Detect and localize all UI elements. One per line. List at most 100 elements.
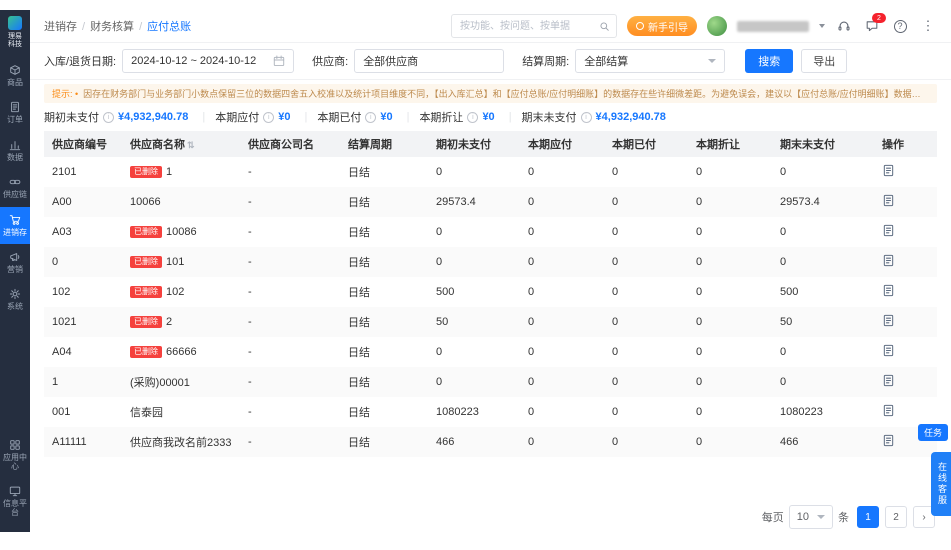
cell-begin-unpaid: 500 [436, 286, 455, 298]
column-header[interactable]: 本期应付 [520, 131, 604, 157]
avatar[interactable] [707, 16, 727, 36]
supplier-name-text: 信泰园 [130, 407, 163, 419]
column-header[interactable]: 期初未支付 [428, 131, 520, 157]
cell-end-unpaid: 1080223 [780, 406, 823, 418]
cell-operation [874, 187, 937, 217]
detail-icon[interactable] [882, 314, 895, 327]
period-select[interactable]: 全部结算 [575, 49, 726, 73]
column-header[interactable]: 期末未支付 [772, 131, 874, 157]
cell-paid: 0 [612, 196, 619, 208]
table-row[interactable]: 102 已删除 102 - 日结 500 0 0 0 500 [44, 277, 937, 307]
date-range-input[interactable]: 2024-10-12 ~ 2024-10-12 [122, 49, 295, 73]
cell-supplier-no: 102 [52, 286, 71, 298]
username-redacted[interactable] [737, 20, 809, 32]
user-menu-caret-icon[interactable] [819, 24, 825, 28]
table-row[interactable]: 2101 已删除 1 - 日结 0 0 0 0 0 [44, 157, 937, 187]
help-circle-icon [893, 19, 907, 33]
sidebar-item[interactable]: 供应链 [0, 169, 30, 206]
table-row[interactable]: 1021 已删除 2 - 日结 50 0 0 0 50 [44, 307, 937, 337]
cell-end-unpaid: 0 [780, 166, 787, 178]
sidebar-item-label: 营销 [7, 265, 23, 275]
info-icon[interactable] [365, 111, 377, 123]
detail-icon[interactable] [882, 374, 895, 387]
message-icon[interactable]: 2 [863, 13, 886, 35]
cell-period: 日结 [348, 167, 370, 179]
search-input[interactable] [458, 19, 595, 33]
cell-operation [874, 157, 937, 187]
cell-discount: 0 [696, 226, 703, 238]
breadcrumb-item[interactable]: 应付总账 [147, 18, 191, 34]
sidebar-item[interactable]: 营销 [0, 244, 30, 281]
per-page-select[interactable]: 10 [788, 505, 833, 529]
export-button[interactable]: 导出 [801, 49, 848, 73]
cell-end-unpaid: 466 [780, 436, 799, 448]
cell-period: 日结 [348, 287, 370, 299]
detail-icon[interactable] [882, 224, 895, 237]
sort-icon[interactable]: ⇅ [187, 140, 195, 150]
column-header[interactable]: 操作 [874, 131, 937, 157]
sidebar-item-label: 数据 [7, 152, 23, 162]
sidebar-item[interactable]: 信息平台 [0, 478, 30, 524]
table-row[interactable]: 1 (采购)00001 - 日结 0 0 0 0 0 [44, 367, 937, 397]
table-row[interactable]: A00 10066 - 日结 29573.4 0 0 0 29573.4 [44, 187, 937, 217]
cell-paid: 0 [612, 226, 619, 238]
breadcrumb-item[interactable]: 财务核算 [90, 18, 147, 34]
help-icon[interactable] [891, 17, 909, 35]
task-tag[interactable]: 任务 [917, 424, 948, 441]
supplier-input[interactable]: 全部供应商 [354, 49, 505, 73]
notice-label: 提示: • [52, 89, 79, 99]
online-service-button[interactable]: 在线客服 [931, 452, 951, 516]
supplier-value: 全部供应商 [363, 56, 419, 68]
search-icon[interactable] [599, 21, 610, 32]
sidebar-item[interactable]: 商品 [0, 57, 30, 94]
column-header[interactable]: 供应商名称 ⇅ [122, 131, 240, 157]
cell-supplier-name: 已删除 101 [122, 247, 240, 277]
table-row[interactable]: 001 信泰园 - 日结 1080223 0 0 0 1080223 [44, 397, 937, 427]
sidebar-item[interactable]: 订单 [0, 94, 30, 131]
sidebar-item[interactable]: 进销存 [0, 206, 30, 245]
search-button[interactable]: 搜索 [745, 49, 794, 73]
detail-icon[interactable] [882, 254, 895, 267]
page-button[interactable]: 2 [885, 506, 907, 528]
detail-icon[interactable] [882, 284, 895, 297]
sidebar-item[interactable]: 系统 [0, 281, 30, 318]
detail-icon[interactable] [882, 194, 895, 207]
marketing-icon [9, 251, 21, 263]
cell-company: - [248, 376, 252, 388]
table-row[interactable]: 0 已删除 101 - 日结 0 0 0 0 0 [44, 247, 937, 277]
cell-begin-unpaid: 0 [436, 256, 443, 268]
info-icon[interactable] [263, 111, 275, 123]
column-header[interactable]: 供应商公司名 [240, 131, 340, 157]
newbie-guide-button[interactable]: 新手引导 [627, 16, 697, 36]
cell-paid: 0 [612, 406, 619, 418]
column-header[interactable]: 本期已付 [604, 131, 688, 157]
cell-begin-unpaid: 466 [436, 436, 455, 448]
global-search[interactable] [451, 14, 617, 38]
cell-supplier-name: 已删除 2 [122, 307, 240, 337]
detail-icon[interactable] [882, 404, 895, 417]
cell-period: 日结 [348, 197, 370, 209]
page-button[interactable]: 1 [857, 506, 879, 528]
supplier-name-text: 66666 [166, 346, 197, 358]
info-icon[interactable] [103, 111, 114, 123]
info-icon[interactable] [580, 111, 592, 123]
table-row[interactable]: A04 已删除 66666 - 日结 0 0 0 0 0 [44, 337, 937, 367]
detail-icon[interactable] [882, 164, 895, 177]
detail-icon[interactable] [882, 344, 895, 357]
column-header[interactable]: 供应商编号 [44, 131, 122, 157]
sidebar-item[interactable]: 应用中心 [0, 432, 30, 478]
column-header[interactable]: 结算周期 [340, 131, 428, 157]
sidebar-item[interactable]: 数据 [0, 132, 30, 169]
supplier-filter-label: 供应商: [312, 56, 349, 68]
info-icon[interactable] [467, 111, 479, 123]
breadcrumb-item[interactable]: 进销存 [44, 18, 90, 34]
cell-paid: 0 [612, 256, 619, 268]
table-row[interactable]: A03 已删除 10086 - 日结 0 0 0 0 0 [44, 217, 937, 247]
cell-begin-unpaid: 0 [436, 226, 443, 238]
cell-begin-unpaid: 0 [436, 376, 443, 388]
column-header[interactable]: 本期折让 [688, 131, 772, 157]
detail-icon[interactable] [882, 434, 895, 447]
support-headset-icon[interactable] [835, 17, 853, 35]
table-row[interactable]: A11111 供应商我改名前2333 - 日结 466 0 0 0 466 [44, 427, 937, 457]
more-icon[interactable] [919, 17, 937, 35]
